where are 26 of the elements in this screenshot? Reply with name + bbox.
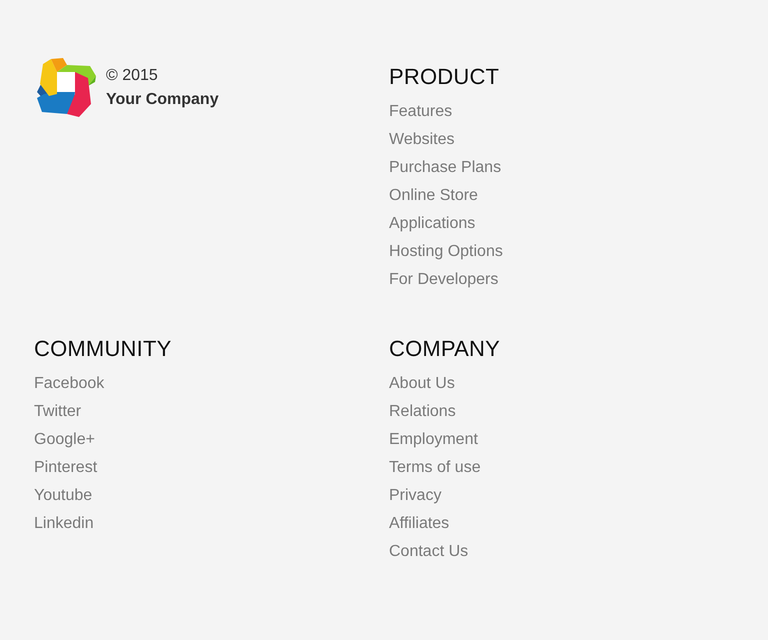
copyright-text: © 2015 xyxy=(106,66,158,86)
footer-link[interactable]: About Us xyxy=(389,370,481,398)
footer-link[interactable]: Features xyxy=(389,98,503,126)
section-heading: COMMUNITY xyxy=(34,336,172,362)
footer-link[interactable]: Google+ xyxy=(34,426,104,454)
footer-link[interactable]: Affiliates xyxy=(389,510,481,538)
footer-link[interactable]: Employment xyxy=(389,426,481,454)
footer-link[interactable]: Youtube xyxy=(34,482,104,510)
footer-link[interactable]: Applications xyxy=(389,210,503,238)
logo-icon xyxy=(36,58,96,118)
footer-link[interactable]: Contact Us xyxy=(389,538,481,566)
footer-link[interactable]: Privacy xyxy=(389,482,481,510)
section-heading: PRODUCT xyxy=(389,64,500,90)
section-heading: COMPANY xyxy=(389,336,500,362)
footer-link[interactable]: Twitter xyxy=(34,398,104,426)
footer-link[interactable]: Pinterest xyxy=(34,454,104,482)
footer-link[interactable]: Websites xyxy=(389,126,503,154)
footer-link[interactable]: Relations xyxy=(389,398,481,426)
footer-link[interactable]: For Developers xyxy=(389,266,503,294)
footer-link[interactable]: Purchase Plans xyxy=(389,154,503,182)
footer-link[interactable]: Hosting Options xyxy=(389,238,503,266)
footer-link[interactable]: Linkedin xyxy=(34,510,104,538)
footer-link[interactable]: Facebook xyxy=(34,370,104,398)
footer-link[interactable]: Online Store xyxy=(389,182,503,210)
company-name: Your Company xyxy=(106,90,219,110)
footer-link[interactable]: Terms of use xyxy=(389,454,481,482)
